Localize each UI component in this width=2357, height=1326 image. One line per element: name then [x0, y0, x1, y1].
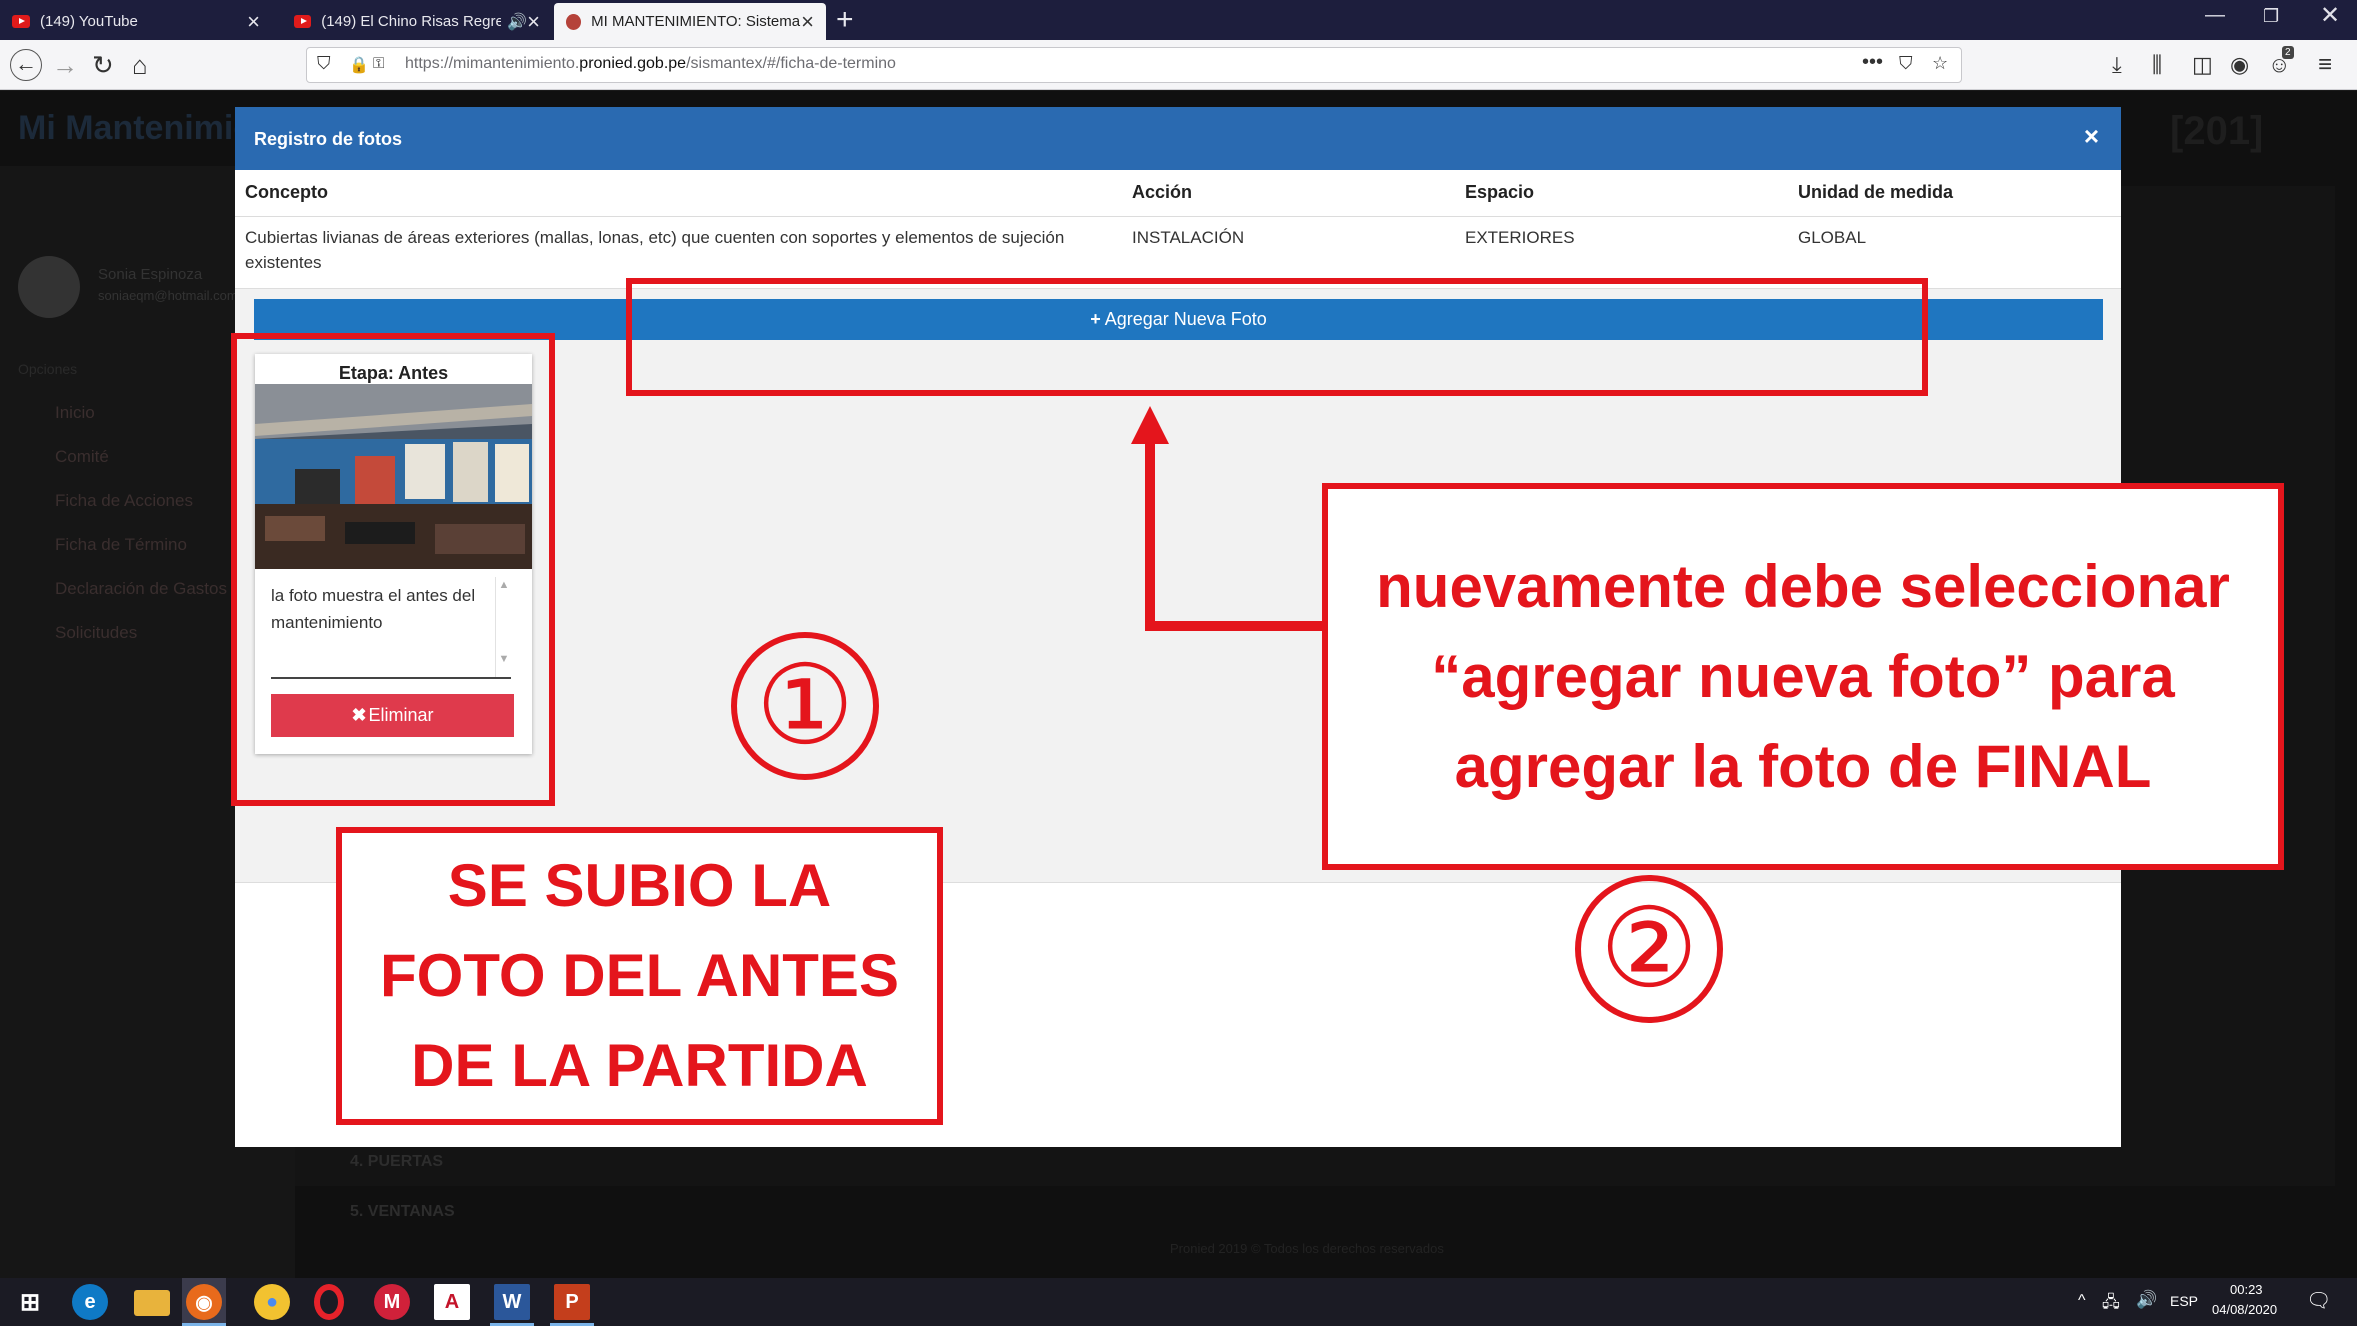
- acrobat-icon[interactable]: A: [434, 1284, 470, 1320]
- annotation-note-right: nuevamente debe seleccionar “agregar nue…: [1322, 483, 2284, 870]
- chrome-icon[interactable]: ●: [254, 1284, 290, 1320]
- volume-icon[interactable]: 🔊: [2136, 1290, 2157, 1310]
- clock-date[interactable]: 04/08/2020: [2212, 1302, 2277, 1317]
- powerpoint-icon[interactable]: P: [554, 1284, 590, 1320]
- firefox-icon[interactable]: ◉: [186, 1284, 222, 1320]
- annotation-note-left: SE SUBIO LA FOTO DEL ANTES DE LA PARTIDA: [336, 827, 943, 1125]
- edge-icon[interactable]: e: [72, 1284, 108, 1320]
- clock-time[interactable]: 00:23: [2230, 1282, 2263, 1297]
- arrow-line: [1145, 430, 1328, 631]
- arrow-head: [1131, 406, 1169, 444]
- windows-start-icon[interactable]: ⊞: [12, 1284, 48, 1320]
- mcafee-icon[interactable]: M: [374, 1284, 410, 1320]
- taskbar: ⊞ e ◉ ● M A W P ^ 🖧 🔊 ESP 00:23 04/08/20…: [0, 1278, 2357, 1326]
- word-icon[interactable]: W: [494, 1284, 530, 1320]
- step-1-marker: ①: [731, 632, 879, 780]
- file-explorer-icon[interactable]: [134, 1290, 170, 1316]
- opera-icon[interactable]: [314, 1284, 344, 1320]
- notifications-icon[interactable]: 🗨: [2306, 1288, 2331, 1313]
- language-indicator[interactable]: ESP: [2170, 1293, 2198, 1309]
- step-2-marker: ②: [1575, 875, 1723, 1023]
- network-icon[interactable]: 🖧: [2102, 1291, 2120, 1318]
- chevron-up-icon[interactable]: ^: [2078, 1292, 2086, 1310]
